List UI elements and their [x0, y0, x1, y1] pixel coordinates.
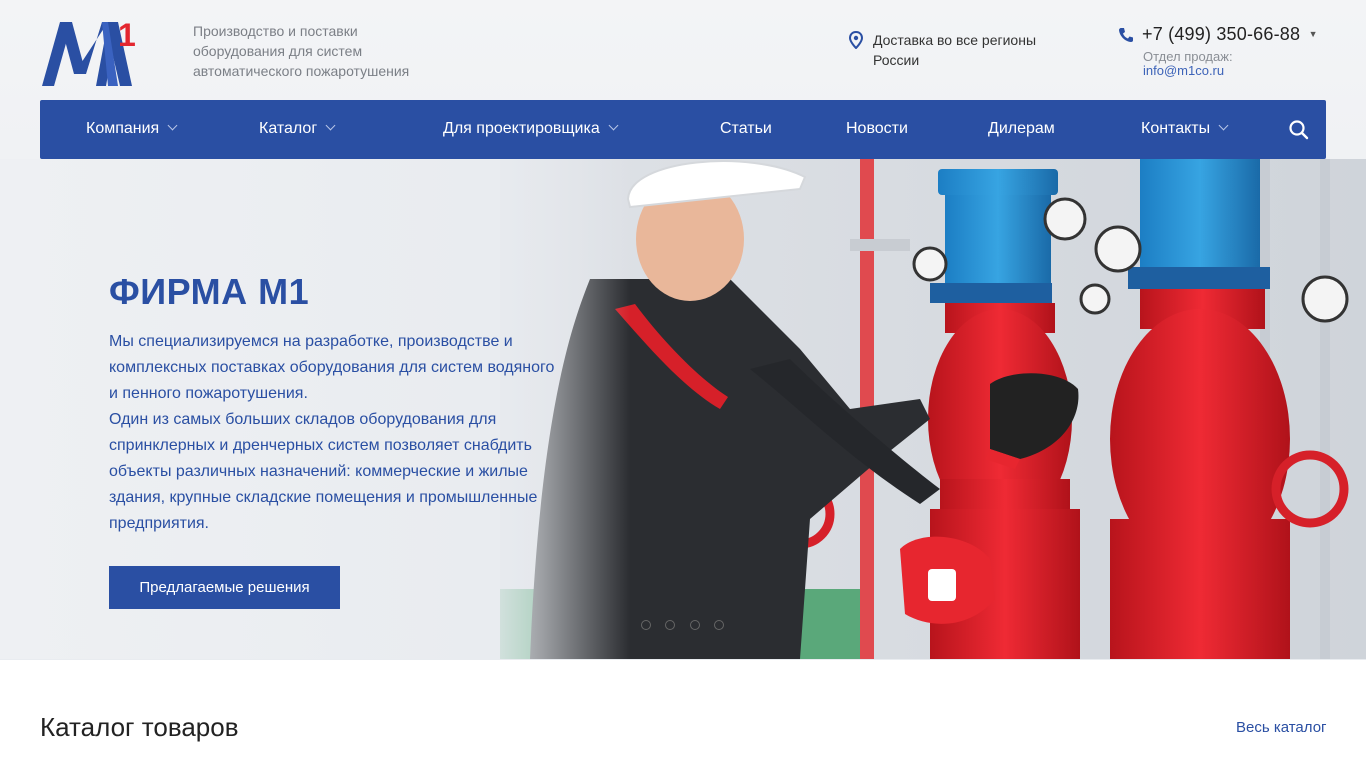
- catalog-section-title: Каталог товаров: [40, 712, 239, 742]
- nav-label: Статьи: [720, 120, 772, 137]
- phone-block[interactable]: +7 (499) 350-66-88 ▼: [1118, 24, 1318, 45]
- nav-label: Для проектировщика: [443, 120, 600, 137]
- nav-item-company[interactable]: Компания: [86, 100, 178, 159]
- slider-dots: [641, 617, 734, 635]
- nav-label: Новости: [846, 120, 908, 137]
- hero-title: ФИРМА М1: [109, 271, 310, 312]
- sales-label: Отдел продаж:: [1143, 49, 1233, 64]
- delivery-info: Доставка во все регионы России: [848, 30, 1036, 70]
- chevron-down-icon: [167, 120, 178, 131]
- company-logo[interactable]: 1: [42, 16, 142, 88]
- phone-number[interactable]: +7 (499) 350-66-88: [1142, 24, 1300, 44]
- sales-contact: Отдел продаж: info@m1co.ru: [1143, 50, 1233, 78]
- nav-item-designers[interactable]: Для проектировщика: [443, 100, 619, 159]
- phone-icon: [1119, 28, 1133, 42]
- chevron-down-icon: [608, 120, 619, 131]
- nav-item-articles[interactable]: Статьи: [720, 100, 772, 159]
- delivery-line-1: Доставка во все регионы: [873, 32, 1037, 48]
- location-pin-icon: [848, 31, 864, 49]
- nav-item-dealers[interactable]: Дилерам: [988, 100, 1055, 159]
- hero-description: Мы специализируемся на разработке, произ…: [109, 333, 555, 532]
- nav-item-news[interactable]: Новости: [846, 100, 908, 159]
- chevron-down-icon: [325, 120, 336, 131]
- nav-label: Компания: [86, 120, 160, 137]
- slider-dot[interactable]: [665, 620, 676, 630]
- site-tagline: Производство и поставки оборудования для…: [193, 23, 410, 79]
- slider-dot[interactable]: [641, 620, 651, 630]
- nav-label: Контакты: [1141, 120, 1211, 137]
- solutions-button[interactable]: Предлагаемые решения: [109, 566, 340, 609]
- phone-dropdown-icon[interactable]: ▼: [1309, 29, 1318, 39]
- main-nav: Компания Каталог Для проектировщика Стат…: [40, 100, 1326, 159]
- nav-item-catalog[interactable]: Каталог: [259, 100, 336, 159]
- slider-dot[interactable]: [714, 620, 725, 630]
- sales-email-link[interactable]: info@m1co.ru: [1143, 64, 1233, 78]
- delivery-line-2: России: [873, 52, 920, 68]
- all-catalog-link[interactable]: Весь каталог: [1236, 719, 1327, 736]
- search-icon[interactable]: [1288, 119, 1310, 141]
- nav-label: Каталог: [259, 120, 318, 137]
- chevron-down-icon: [1218, 120, 1229, 131]
- svg-text:1: 1: [118, 17, 136, 53]
- nav-item-contacts[interactable]: Контакты: [1141, 100, 1229, 159]
- nav-label: Дилерам: [988, 120, 1055, 137]
- slider-dot[interactable]: [689, 620, 700, 630]
